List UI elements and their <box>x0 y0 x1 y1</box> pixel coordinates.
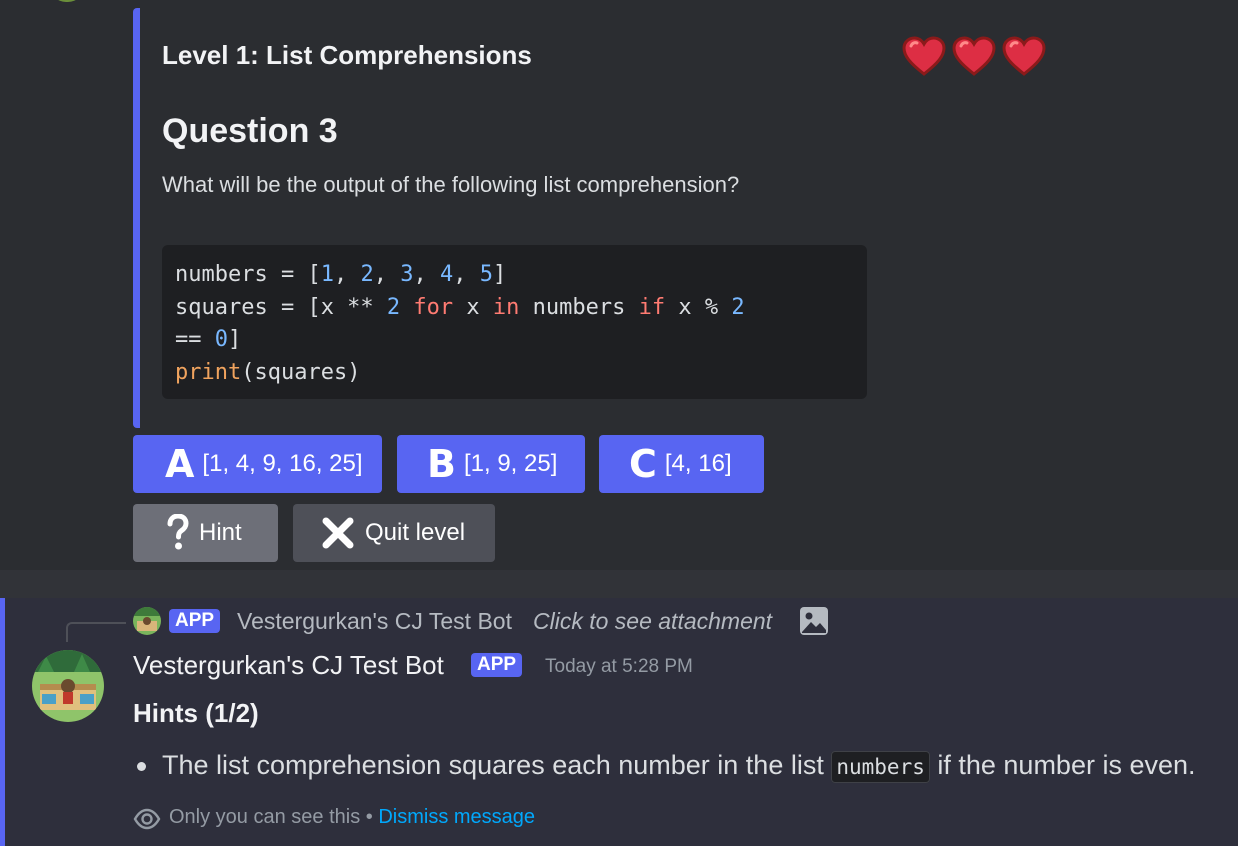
lives-indicator <box>900 32 1048 80</box>
app-badge: APP <box>471 653 523 677</box>
answer-letter: C <box>629 442 657 486</box>
ephemeral-text: Only you can see this <box>169 806 361 828</box>
dismiss-message-link[interactable]: Dismiss message <box>378 806 535 828</box>
x-icon <box>321 516 355 550</box>
hints-title: Hints (1/2) <box>133 698 259 728</box>
question-mark-icon <box>167 514 189 552</box>
bot-avatar[interactable] <box>32 650 104 722</box>
inline-code: numbers <box>831 751 930 783</box>
ephemeral-notice: Only you can see this • Dismiss message <box>169 806 535 829</box>
heart-icon <box>952 36 996 76</box>
quit-level-button[interactable]: Quit level <box>293 504 495 562</box>
answer-letter: B <box>427 442 456 486</box>
reply-avatar[interactable] <box>133 607 161 635</box>
reply-attachment-link[interactable]: Click to see attachment <box>533 608 772 635</box>
quit-label: Quit level <box>365 519 466 546</box>
separator: • <box>360 806 379 828</box>
code-line: numbers = [1, 2, 3, 4, 5] <box>175 262 507 287</box>
code-line: print(squares) <box>175 359 361 385</box>
reply-connector <box>66 622 126 642</box>
code-line: squares = [x ** 2 for x in numbers if x … <box>175 294 745 320</box>
hint-list-item: The list comprehension squares each numb… <box>162 750 1196 783</box>
answer-b-button[interactable]: B [1, 9, 25] <box>397 435 585 493</box>
hint-button[interactable]: Hint <box>133 504 278 562</box>
code-line: == 0] <box>175 327 242 352</box>
message-author[interactable]: Vestergurkan's CJ Test Bot <box>133 650 444 681</box>
list-bullet <box>137 762 146 771</box>
hint-text-after: if the number is even. <box>929 750 1196 780</box>
quiz-message: Level 1: List Comprehensions Question 3 … <box>0 0 1238 570</box>
image-icon <box>799 606 829 641</box>
hint-label: Hint <box>199 519 242 546</box>
previous-avatar <box>50 0 84 2</box>
embed-title: Level 1: List Comprehensions <box>162 40 532 70</box>
question-heading: Question 3 <box>162 112 338 150</box>
answer-label: [1, 9, 25] <box>463 450 558 477</box>
heart-icon <box>902 36 946 76</box>
question-prompt: What will be the output of the following… <box>162 172 740 197</box>
heart-icon <box>1002 36 1046 76</box>
answer-label: [4, 16] <box>664 450 732 477</box>
answer-c-button[interactable]: C [4, 16] <box>599 435 764 493</box>
eye-icon <box>133 805 161 838</box>
reply-app-badge: APP <box>169 609 221 633</box>
hint-text-before: The list comprehension squares each numb… <box>162 750 832 780</box>
answer-a-button[interactable]: A [1, 4, 9, 16, 25] <box>133 435 382 493</box>
message-timestamp: Today at 5:28 PM <box>545 656 693 677</box>
code-block: numbers = [1, 2, 3, 4, 5] squares = [x *… <box>162 245 867 399</box>
quiz-embed: Level 1: List Comprehensions Question 3 … <box>133 8 1068 428</box>
answer-label: [1, 4, 9, 16, 25] <box>202 450 363 477</box>
reply-author[interactable]: Vestergurkan's CJ Test Bot <box>237 608 512 635</box>
answer-letter: A <box>165 442 195 486</box>
